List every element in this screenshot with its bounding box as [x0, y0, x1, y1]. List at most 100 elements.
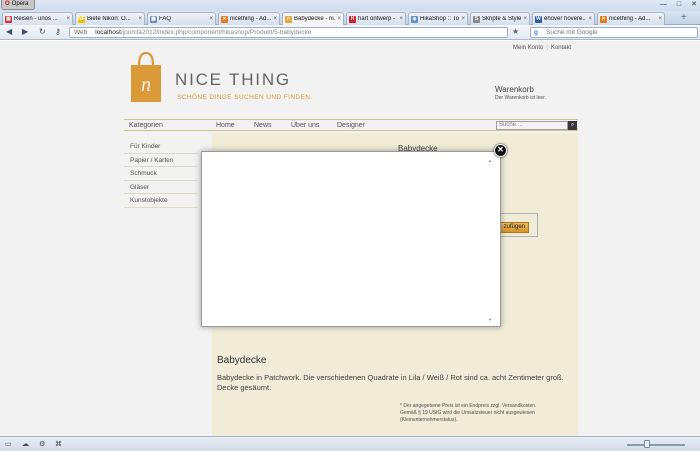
- reload-button[interactable]: ↻: [39, 27, 46, 37]
- product-description: Babydecke in Patchwork. Die verschiedene…: [217, 373, 564, 392]
- scroll-up-icon[interactable]: ▲: [488, 158, 492, 163]
- tab-favicon-icon: ▣: [5, 15, 12, 23]
- tab-label: FAQ: [159, 16, 172, 22]
- browser-tab[interactable]: n Babydecke - ni... ×: [282, 12, 344, 25]
- tab-label: Babydecke - ni...: [294, 16, 336, 22]
- tab-label: Skripte & Style...: [482, 16, 522, 22]
- cart-title: Warenkorb: [495, 85, 534, 94]
- sidebar-item-papier-karten[interactable]: Papier / Karten: [124, 154, 198, 167]
- tab-favicon-icon: S: [473, 15, 480, 23]
- tab-favicon-icon: H: [349, 15, 356, 23]
- tab-bar: ▣ Reisen - unos ... × NF Biete Nikon: O... × ▦…: [0, 11, 700, 25]
- zoom-slider-thumb[interactable]: [644, 440, 650, 448]
- browser-tab[interactable]: NF Biete Nikon: O... ×: [75, 12, 145, 25]
- tab-close-icon[interactable]: ×: [273, 16, 277, 22]
- search-engine-placeholder: Suche mit Google: [546, 29, 598, 36]
- tab-close-icon[interactable]: ×: [523, 16, 527, 22]
- title-bar: O Opera — □ ✕: [0, 0, 700, 11]
- product-title: Babydecke: [217, 355, 267, 366]
- window-controls: — □ ✕: [660, 1, 697, 9]
- sidebar-item-glaeser[interactable]: Gläser: [124, 181, 198, 194]
- tab-close-icon[interactable]: ×: [209, 16, 213, 22]
- forward-button[interactable]: ▶: [22, 27, 28, 37]
- tab-label: HikaShop :: To...: [420, 16, 459, 22]
- menu-item-kategorien[interactable]: Kategorien: [129, 122, 163, 129]
- minimize-button[interactable]: —: [660, 1, 667, 9]
- app-name: Opera: [11, 1, 29, 7]
- page-viewport: Mein Konto | Kontakt n NICE THING SCHÖNE D…: [0, 41, 700, 436]
- tab-label: nicething - Ad...: [609, 16, 651, 22]
- key-icon[interactable]: ⚷: [55, 27, 61, 37]
- tab-favicon-icon: ✕: [600, 15, 607, 23]
- my-account-link[interactable]: Mein Konto: [513, 45, 543, 51]
- tab-favicon-icon: n: [285, 15, 292, 23]
- tab-close-icon[interactable]: ×: [658, 16, 662, 22]
- menu-item-home[interactable]: Home: [216, 122, 235, 129]
- category-sidebar: Für Kinder Papier / Karten Schmuck Gläse…: [124, 140, 198, 208]
- search-icon[interactable]: ⌕: [568, 121, 577, 130]
- menu-item-ueber-uns[interactable]: Über uns: [291, 122, 319, 129]
- opera-logo-icon: O: [5, 1, 10, 7]
- maximize-button[interactable]: □: [677, 1, 681, 9]
- tab-label: Biete Nikon: O...: [87, 16, 131, 22]
- tab-close-icon[interactable]: ×: [138, 16, 142, 22]
- tab-label: ehover hovere...: [544, 16, 587, 22]
- tab-favicon-icon: NF: [78, 15, 85, 23]
- site-logo-title[interactable]: NICE THING: [175, 70, 291, 90]
- google-icon: g: [534, 29, 538, 36]
- browser-tab[interactable]: ✕ nicething - Ad... ×: [218, 12, 280, 25]
- sidebar-item-kunstobjekte[interactable]: Kunstobjekte: [124, 194, 198, 208]
- tab-favicon-icon: ◈: [411, 15, 418, 23]
- lightbox-modal: ▲ ▼: [201, 151, 501, 327]
- top-links: Mein Konto | Kontakt: [513, 45, 572, 51]
- close-window-button[interactable]: ✕: [691, 1, 697, 9]
- menu-item-news[interactable]: News: [254, 122, 272, 129]
- bookmark-star-icon[interactable]: ★: [512, 27, 519, 36]
- main-menu: Kategorien Home News Über uns Designer S…: [124, 119, 578, 131]
- browser-tab[interactable]: Wehover hovere... ×: [532, 12, 595, 25]
- modal-scrollbar[interactable]: ▲ ▼: [487, 158, 495, 322]
- tab-close-icon[interactable]: ×: [588, 16, 592, 22]
- browser-tab[interactable]: ▣ Reisen - unos ... ×: [2, 12, 73, 25]
- browser-tab[interactable]: ◈HikaShop :: To...×: [408, 12, 468, 25]
- browser-tab[interactable]: ✕ nicething - Ad... ×: [597, 12, 665, 25]
- address-host: localhost: [95, 29, 121, 36]
- browser-tab[interactable]: ▦ FAQ ×: [147, 12, 216, 25]
- address-path: /joomla2012/index.php/component/hikashop…: [120, 29, 312, 36]
- tab-favicon-icon: ▦: [150, 15, 157, 23]
- address-field[interactable]: Web localhost/joomla2012/index.php/compon…: [69, 27, 508, 38]
- sidebar-item-fuer-kinder[interactable]: Für Kinder: [124, 140, 198, 154]
- zoom-slider-track[interactable]: [627, 444, 685, 446]
- new-tab-button[interactable]: +: [681, 13, 687, 23]
- shopping-bag-logo-icon[interactable]: n: [130, 51, 162, 103]
- tab-close-icon[interactable]: ×: [66, 16, 70, 22]
- tab-close-icon[interactable]: ×: [461, 16, 465, 22]
- web-badge: Web: [74, 29, 88, 36]
- logo-letter: n: [141, 74, 151, 96]
- back-button[interactable]: ◀: [6, 27, 12, 37]
- browser-tab[interactable]: SSkripte & Style...×: [470, 12, 530, 25]
- browser-tab[interactable]: Hhart ontwerp - ... ×: [346, 12, 406, 25]
- site-search-input[interactable]: Suche ...: [496, 121, 568, 130]
- tab-label: nicething - Ad...: [230, 16, 272, 22]
- settings-icon[interactable]: ⚙: [39, 440, 45, 448]
- tab-label: Reisen - unos ...: [14, 16, 58, 22]
- contact-link[interactable]: Kontakt: [551, 45, 571, 51]
- tab-close-icon[interactable]: ×: [337, 16, 341, 22]
- tab-close-icon[interactable]: ×: [399, 16, 403, 22]
- opera-menu-button[interactable]: O Opera: [1, 0, 35, 10]
- sidebar-item-schmuck[interactable]: Schmuck: [124, 167, 198, 181]
- tab-label: hart ontwerp - ...: [358, 16, 398, 22]
- modal-close-icon[interactable]: ✕: [494, 144, 507, 157]
- site-logo-subtitle: SCHÖNE DINGE SUCHEN UND FINDEN.: [177, 94, 313, 101]
- turbo-icon[interactable]: ⌘: [55, 440, 62, 448]
- tab-favicon-icon: ✕: [221, 15, 228, 23]
- opera-unite-icon[interactable]: ☁: [22, 440, 29, 448]
- cart-empty-text: Der Warenkorb ist leer.: [495, 95, 546, 101]
- scroll-down-icon[interactable]: ▼: [488, 317, 492, 322]
- price-note: * Der angegebene Preis ist ein Endpreis …: [400, 403, 537, 423]
- status-bar: ▭ ☁ ⚙ ⌘: [0, 436, 700, 451]
- search-engine-field[interactable]: g Suche mit Google: [530, 27, 698, 38]
- panel-toggle-icon[interactable]: ▭: [5, 440, 12, 448]
- menu-item-designer[interactable]: Designer: [337, 122, 365, 129]
